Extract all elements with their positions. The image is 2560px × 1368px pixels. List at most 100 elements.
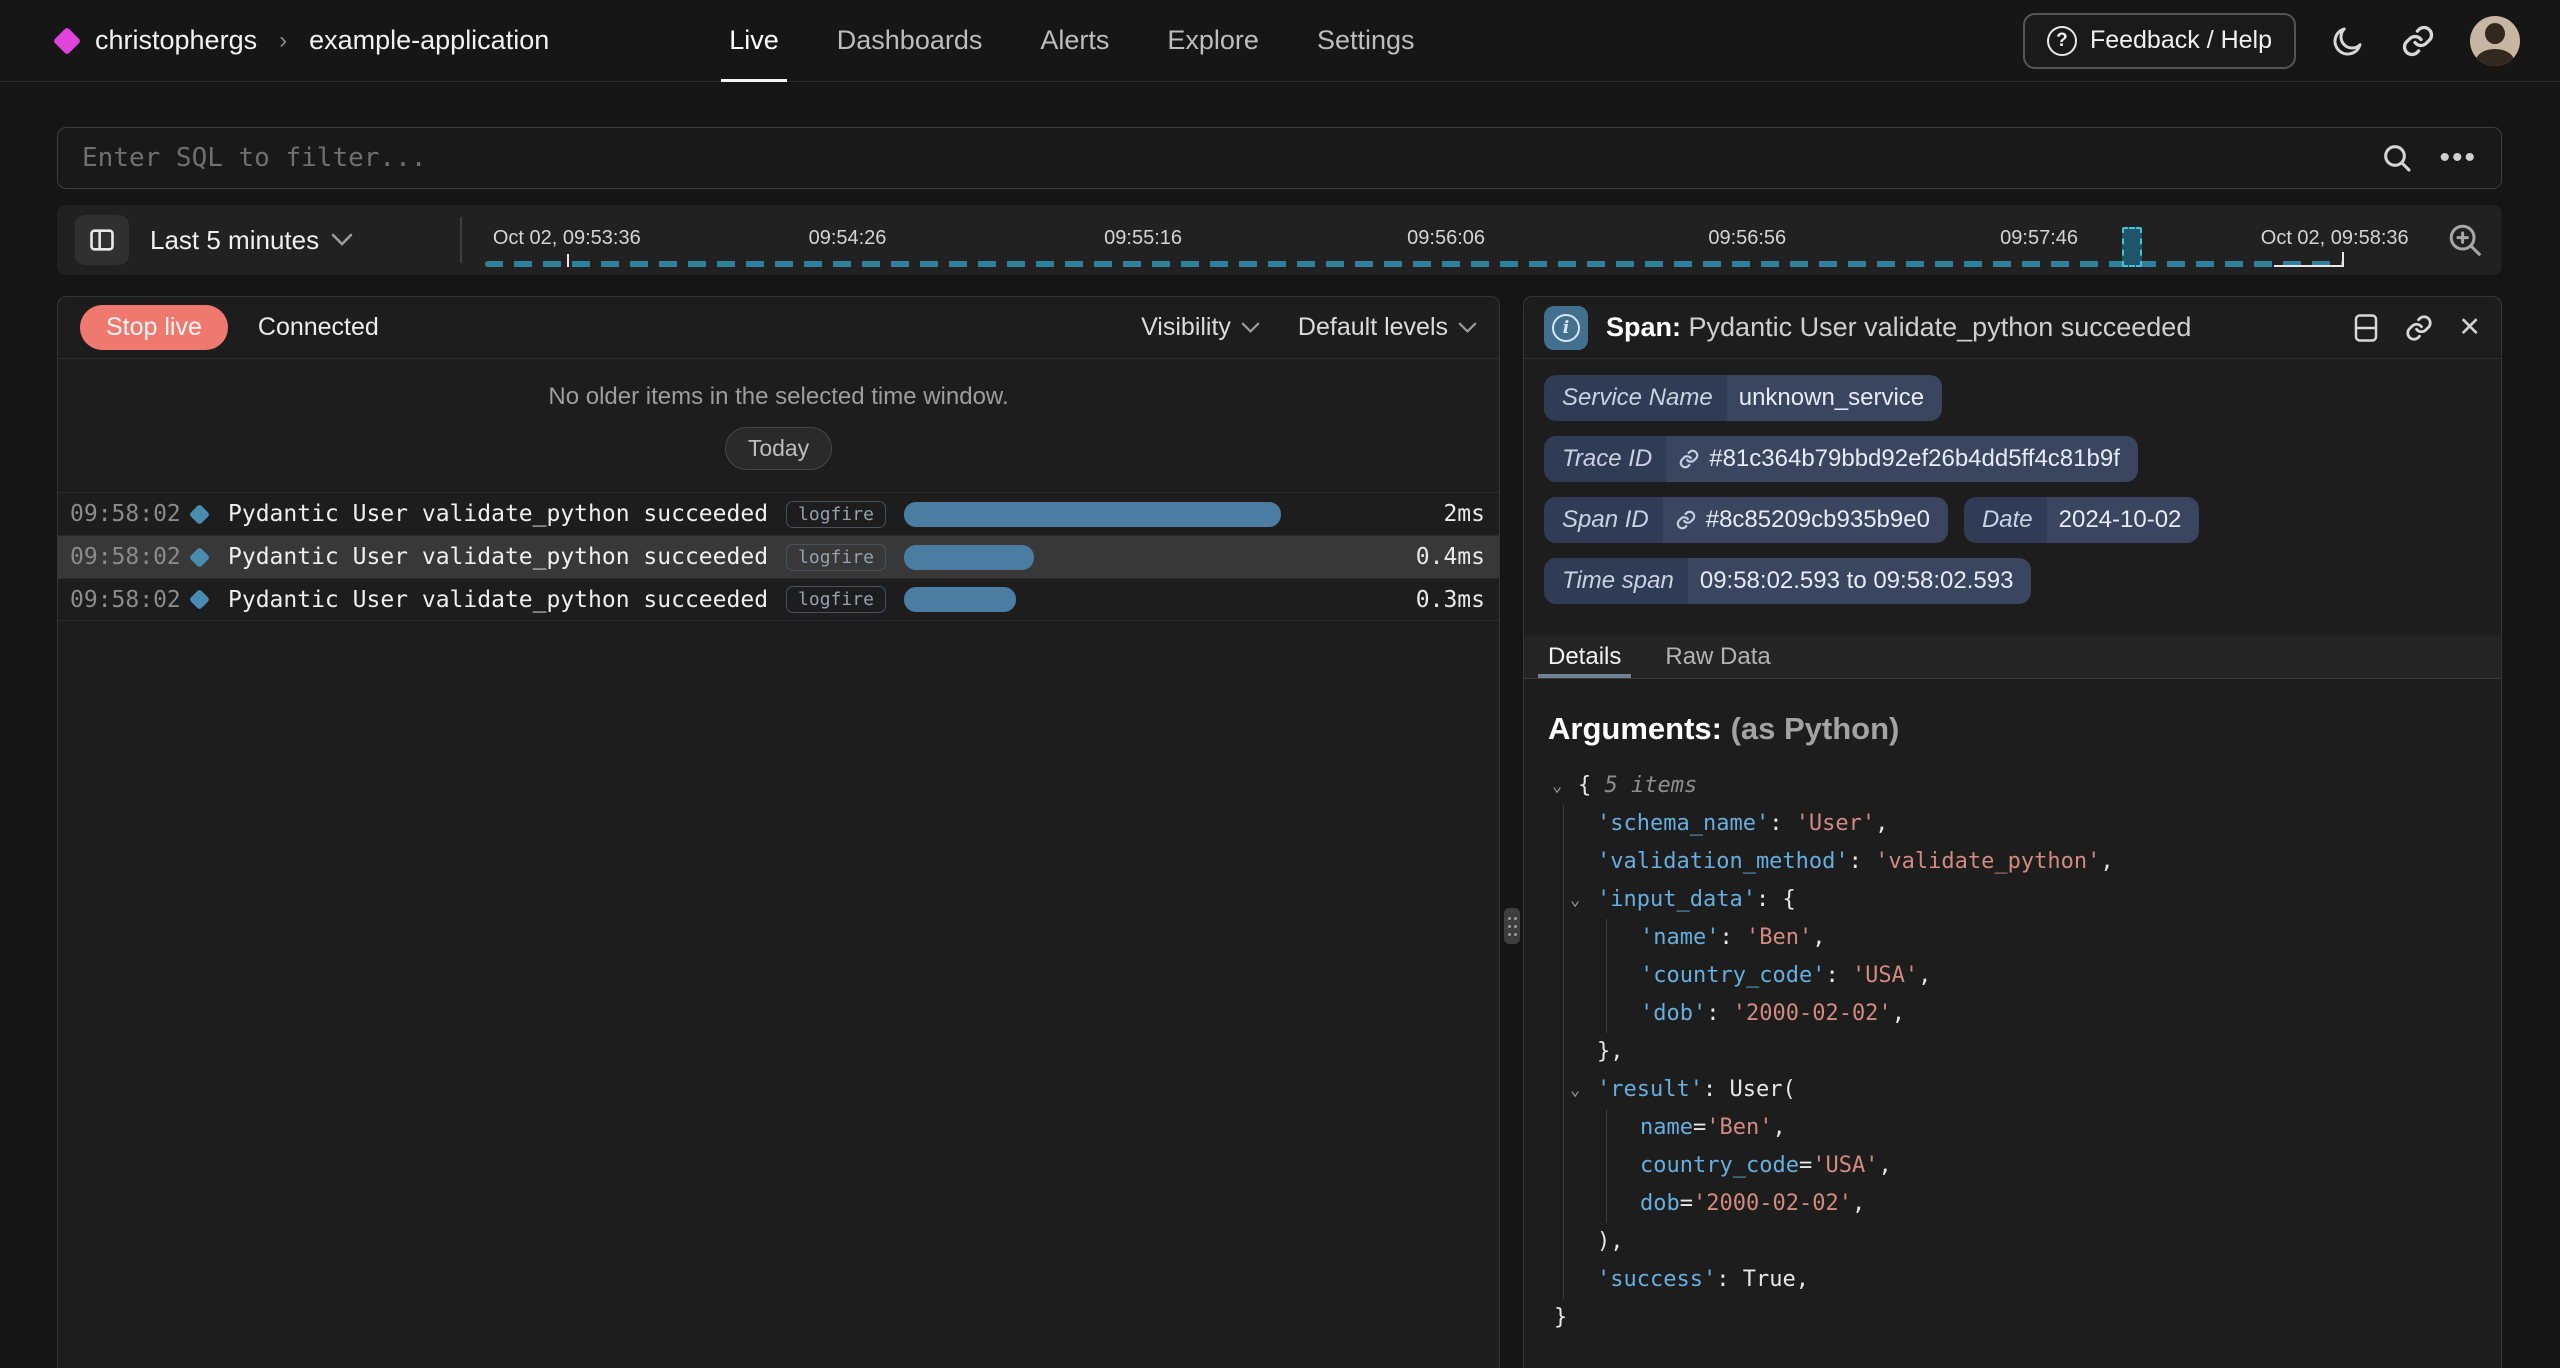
code-token-plain: : User( <box>1703 1077 1796 1102</box>
code-token-plain: , <box>1772 1115 1785 1140</box>
nav-tab-settings[interactable]: Settings <box>1317 0 1415 82</box>
code-token-plain: : <box>1706 1001 1733 1026</box>
code-line: ⌄'result': User( <box>1597 1071 2477 1109</box>
code-token-str: 'User' <box>1796 811 1875 836</box>
span-diamond-icon <box>189 589 210 610</box>
detail-tab-raw-data[interactable]: Raw Data <box>1665 635 1770 678</box>
timeline-zoom-in-icon[interactable] <box>2446 221 2484 259</box>
code-token-str: 'validate_python' <box>1875 849 2100 874</box>
sidebar-toggle-button[interactable] <box>75 215 129 265</box>
log-row[interactable]: 09:58:02Pydantic User validate_python su… <box>58 492 1499 535</box>
collapse-caret-icon[interactable]: ⌄ <box>1570 881 1580 919</box>
splitter-grip-handle[interactable] <box>1504 908 1520 944</box>
arguments-heading-main: Arguments: <box>1548 711 1722 746</box>
detail-tab-details[interactable]: Details <box>1548 635 1621 678</box>
span-title-text: Pydantic User validate_python succeeded <box>1689 312 2192 342</box>
timeline-tick-label: 09:56:56 <box>1708 227 1786 250</box>
span-detail-header: i Span: Pydantic User validate_python su… <box>1524 297 2501 359</box>
feedback-help-button[interactable]: ? Feedback / Help <box>2023 13 2296 69</box>
code-token-str: '2000-02-02' <box>1693 1191 1852 1216</box>
log-row[interactable]: 09:58:02Pydantic User validate_python su… <box>58 578 1499 621</box>
span-title: Span: Pydantic User validate_python succ… <box>1606 312 2334 343</box>
sql-filter-bar: ••• <box>57 127 2502 189</box>
timeline-bar[interactable]: Last 5 minutes Oct 02, 09:53:3609:54:260… <box>57 205 2502 275</box>
sql-filter-input[interactable] <box>82 143 2381 173</box>
logfire-tag-badge[interactable]: logfire <box>786 586 886 613</box>
logfire-logo-icon[interactable] <box>53 26 81 54</box>
code-token-str: 'Ben' <box>1706 1115 1772 1140</box>
attribute-pill-service-name: Service Nameunknown_service <box>1544 375 1942 421</box>
code-line: 'country_code': 'USA', <box>1640 957 2477 995</box>
code-line: name='Ben', <box>1640 1109 2477 1147</box>
top-nav: christophergs › example-application Live… <box>0 0 2560 82</box>
code-token-str: '2000-02-02' <box>1733 1001 1892 1026</box>
timeline-tick-label: 09:54:26 <box>809 227 887 250</box>
time-range-label: Last 5 minutes <box>150 225 319 256</box>
collapse-caret-icon[interactable]: ⌄ <box>1552 767 1562 805</box>
default-levels-dropdown[interactable]: Default levels <box>1298 313 1477 342</box>
logfire-tag-badge[interactable]: logfire <box>786 501 886 528</box>
code-token-key: 'name' <box>1640 925 1719 950</box>
nav-tab-dashboards[interactable]: Dashboards <box>837 0 983 82</box>
visibility-dropdown[interactable]: Visibility <box>1141 313 1260 342</box>
logfire-tag-badge[interactable]: logfire <box>786 544 886 571</box>
breadcrumb-project[interactable]: example-application <box>309 25 549 56</box>
attribute-pill-span-id[interactable]: Span ID#8c85209cb935b9e0 <box>1544 497 1948 543</box>
code-line: 'success': True, <box>1597 1261 2477 1299</box>
span-detail-tabs: Details Raw Data <box>1524 635 2501 679</box>
code-token-plain: , <box>1852 1191 1865 1216</box>
close-panel-icon[interactable]: ✕ <box>2458 314 2481 341</box>
duration-bar <box>904 545 1035 570</box>
code-line: }, <box>1597 1033 2477 1071</box>
code-token-key: 'country_code' <box>1640 963 1825 988</box>
nav-tabs: Live Dashboards Alerts Explore Settings <box>729 0 1414 82</box>
code-token-plain: }, <box>1597 1039 1624 1064</box>
timeline-track[interactable]: Oct 02, 09:53:3609:54:2609:55:1609:56:06… <box>485 205 2344 275</box>
code-token-plain: , <box>1812 925 1825 950</box>
log-row[interactable]: 09:58:02Pydantic User validate_python su… <box>58 535 1499 578</box>
today-pill[interactable]: Today <box>725 427 832 470</box>
timeline-tick-label: 09:57:46 <box>2000 227 2078 250</box>
user-avatar[interactable] <box>2470 16 2520 66</box>
attribute-pill-trace-id[interactable]: Trace ID#81c364b79bbd92ef26b4dd5ff4c81b9… <box>1544 436 2138 482</box>
visibility-label: Visibility <box>1141 313 1231 342</box>
code-line: 'schema_name': 'User', <box>1597 805 2477 843</box>
copy-link-icon[interactable] <box>2404 313 2434 343</box>
code-token-plain: { <box>1578 773 1605 798</box>
default-levels-label: Default levels <box>1298 313 1448 342</box>
nav-tab-live[interactable]: Live <box>729 0 779 82</box>
code-token-plain: = <box>1799 1153 1812 1178</box>
share-link-icon[interactable] <box>2400 23 2436 59</box>
code-line: dob='2000-02-02', <box>1640 1185 2477 1223</box>
stop-live-button[interactable]: Stop live <box>80 305 228 350</box>
code-token-plain: , <box>1892 1001 1905 1026</box>
duration-value: 0.3ms <box>1390 587 1485 613</box>
nav-actions: ? Feedback / Help <box>2023 13 2520 69</box>
code-token-key: 'dob' <box>1640 1001 1706 1026</box>
dark-mode-moon-icon[interactable] <box>2330 23 2366 59</box>
attribute-pill-date: Date2024-10-02 <box>1964 497 2199 543</box>
code-line: } <box>1554 1299 2477 1337</box>
collapse-caret-icon[interactable]: ⌄ <box>1570 1071 1580 1109</box>
span-info-icon: i <box>1544 306 1588 350</box>
timeline-activity-dashes <box>485 261 2344 267</box>
code-token-plain: : { <box>1756 887 1796 912</box>
code-token-str: 'USA' <box>1852 963 1918 988</box>
chevron-down-icon <box>1241 322 1260 334</box>
pill-value: #8c85209cb935b9e0 <box>1663 497 1948 543</box>
nav-tab-explore[interactable]: Explore <box>1167 0 1259 82</box>
code-token-plain: , <box>2100 849 2113 874</box>
split-view-icon[interactable] <box>2352 313 2380 343</box>
time-range-dropdown[interactable]: Last 5 minutes <box>150 205 353 275</box>
breadcrumb-org[interactable]: christophergs <box>95 25 257 56</box>
code-token-plain: : <box>1825 963 1852 988</box>
live-log-header: Stop live Connected Visibility Default l… <box>58 297 1499 359</box>
code-block: name='Ben',country_code='USA',dob='2000-… <box>1606 1109 2477 1223</box>
timeline-tick-label: Oct 02, 09:58:36 <box>2261 227 2409 250</box>
search-icon[interactable] <box>2381 142 2413 174</box>
link-icon <box>1678 448 1700 470</box>
pill-value: 09:58:02.593 to 09:58:02.593 <box>1688 558 2032 604</box>
code-line: ⌄{ 5 items <box>1554 767 2477 805</box>
code-block: 'schema_name': 'User','validation_method… <box>1563 805 2477 1299</box>
nav-tab-alerts[interactable]: Alerts <box>1040 0 1109 82</box>
